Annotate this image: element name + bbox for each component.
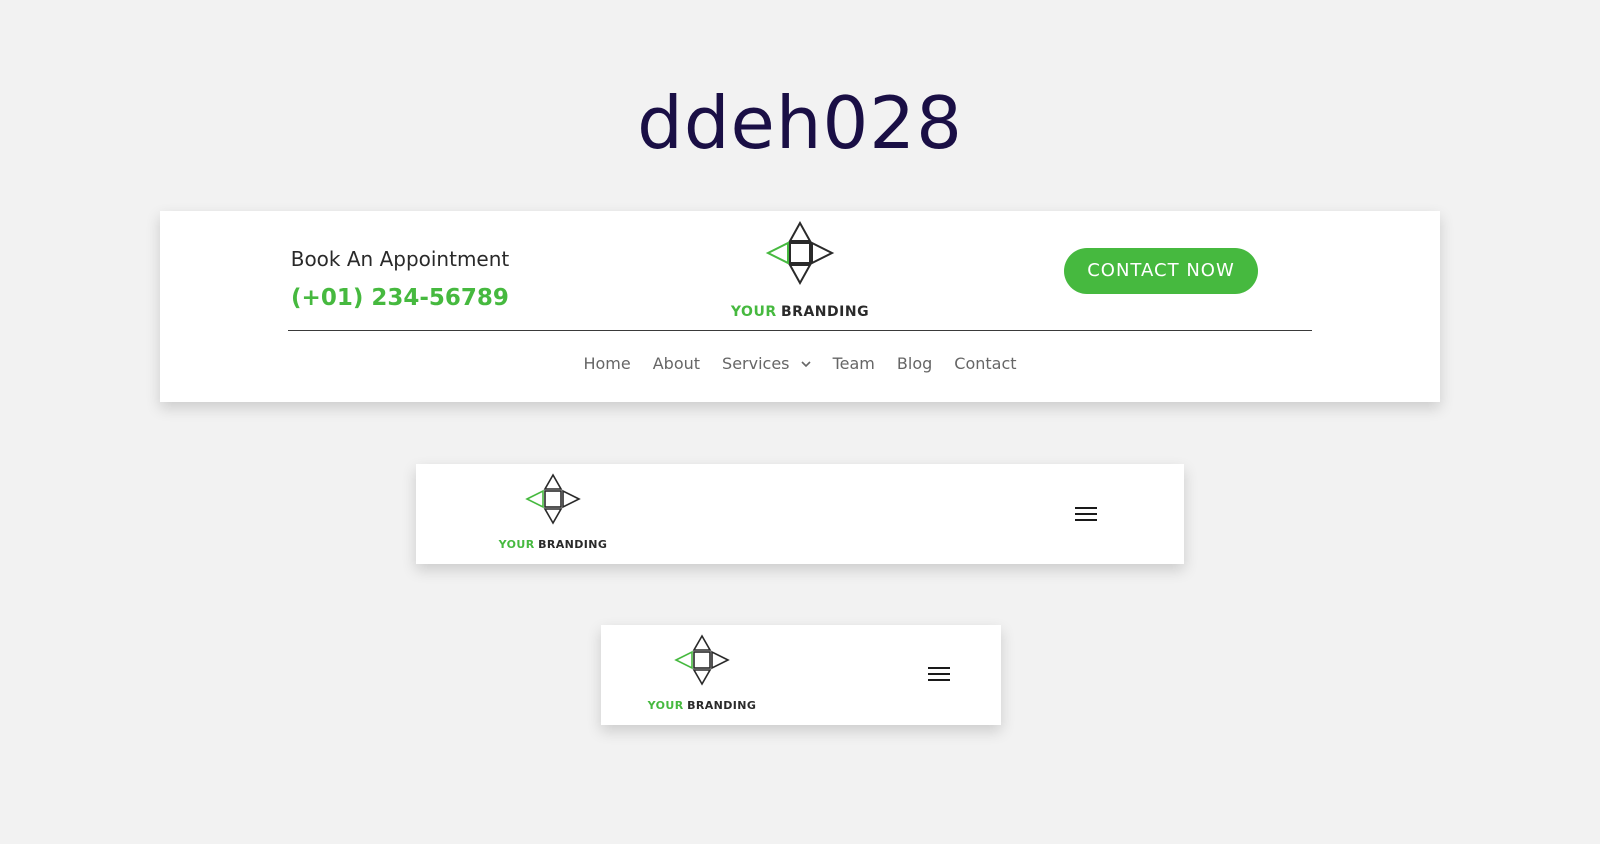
- appointment-label: Book An Appointment: [290, 247, 510, 271]
- desktop-header: Book An Appointment (+01) 234-56789 YOUR…: [160, 211, 1440, 402]
- hamburger-menu-icon[interactable]: [928, 665, 950, 683]
- brand-wordmark: YOUR BRANDING: [727, 303, 873, 320]
- brand-logo[interactable]: YOUR BRANDING: [496, 472, 610, 552]
- tablet-header: YOUR BRANDING: [416, 464, 1184, 564]
- nav-item-about[interactable]: About: [653, 351, 700, 378]
- diamond-arrows-logo-icon: [525, 473, 581, 525]
- brand-wordmark: YOUR BRANDING: [496, 538, 610, 552]
- brand-word-dark: BRANDING: [687, 699, 757, 712]
- brand-word-green: YOUR: [730, 304, 777, 320]
- appointment-block: Book An Appointment (+01) 234-56789: [280, 245, 520, 313]
- nav-item-contact[interactable]: Contact: [954, 351, 1016, 378]
- phone-number[interactable]: (+01) 234-56789: [280, 283, 520, 313]
- brand-word-dark: BRANDING: [781, 304, 870, 320]
- header-divider: [288, 330, 1312, 331]
- brand-word-green: YOUR: [498, 538, 535, 551]
- nav-item-services-label: Services: [722, 354, 790, 373]
- nav-item-home[interactable]: Home: [583, 351, 630, 378]
- nav-item-team[interactable]: Team: [833, 351, 875, 378]
- brand-wordmark: YOUR BRANDING: [645, 699, 759, 713]
- brand-logo[interactable]: YOUR BRANDING: [727, 219, 873, 320]
- contact-now-button[interactable]: CONTACT NOW: [1064, 248, 1258, 294]
- chevron-down-icon: [801, 350, 811, 376]
- diamond-arrows-logo-icon: [674, 634, 730, 686]
- mobile-header: YOUR BRANDING: [601, 625, 1001, 725]
- nav-item-blog[interactable]: Blog: [897, 351, 932, 378]
- nav-item-services[interactable]: Services: [722, 351, 811, 378]
- brand-word-green: YOUR: [647, 699, 684, 712]
- brand-logo[interactable]: YOUR BRANDING: [645, 633, 759, 713]
- brand-word-dark: BRANDING: [538, 538, 608, 551]
- hamburger-menu-icon[interactable]: [1075, 505, 1097, 523]
- main-nav: Home About Services Team Blog Contact: [160, 351, 1440, 378]
- page-title: ddeh028: [637, 81, 963, 165]
